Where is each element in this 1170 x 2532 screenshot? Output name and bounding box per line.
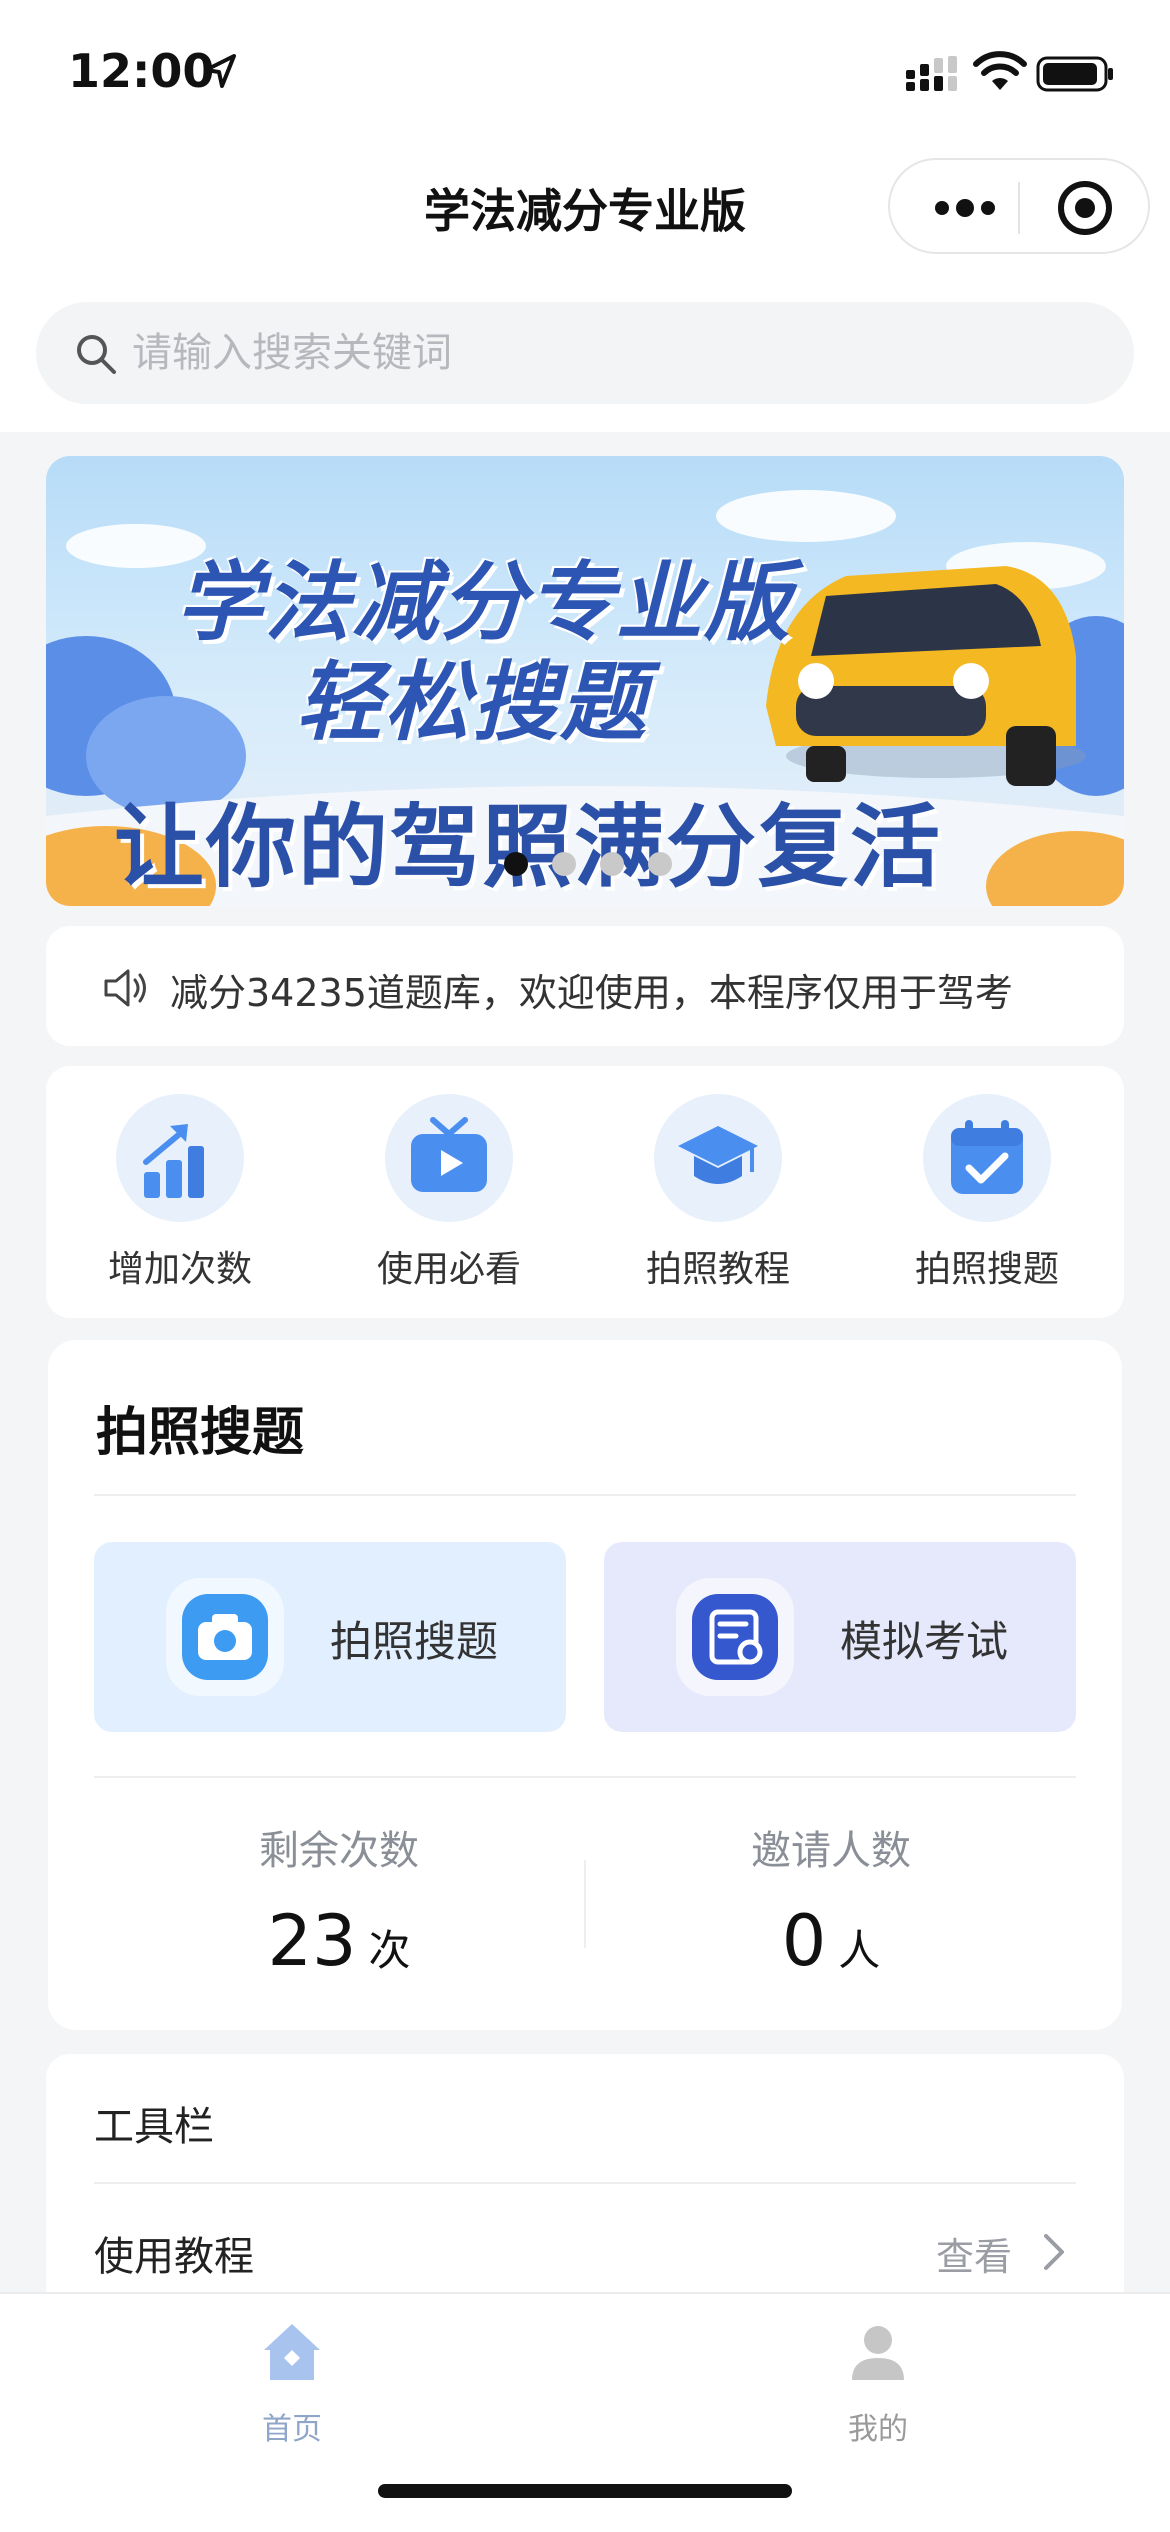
view-link[interactable]: 查看 — [936, 2226, 1012, 2281]
stat-unit: 次 — [368, 1926, 411, 1975]
banner-carousel[interactable]: 学法减分专业版 轻松搜题 让你的驾照满分复活 — [46, 456, 1124, 906]
mini-program-capsule — [888, 158, 1150, 254]
carousel-dot[interactable] — [552, 852, 576, 876]
wifi-icon — [973, 51, 1027, 90]
quick-item-tutorial[interactable]: 拍照教程 — [608, 1090, 828, 1290]
quick-item-label: 拍照搜题 — [914, 1249, 1059, 1290]
quick-item-label: 增加次数 — [107, 1249, 252, 1290]
quick-item-guide[interactable]: 使用必看 — [339, 1090, 559, 1290]
carousel-dot-active[interactable] — [504, 852, 528, 876]
top-header: 12:00 学法减分专业版 — [0, 0, 1170, 432]
banner-slogan: 让你的驾照满分复活 — [114, 795, 942, 900]
toolbar-title: 工具栏 — [94, 2104, 214, 2150]
home-indicator — [378, 2484, 792, 2498]
carousel-indicator — [46, 848, 1124, 878]
tab-home[interactable]: 首页 — [142, 2312, 442, 2452]
tab-mine[interactable]: 我的 — [728, 2312, 1028, 2452]
quick-item-label: 使用必看 — [376, 1249, 521, 1290]
exam-paper-icon — [692, 1594, 778, 1680]
capsule-divider — [1018, 182, 1020, 234]
battery-icon — [1036, 56, 1113, 92]
tab-label: 我的 — [848, 2412, 908, 2447]
user-icon — [852, 2326, 904, 2380]
quick-menu: 增加次数 使用必看 拍照教程 拍照搜题 — [46, 1066, 1124, 1318]
section-title: 拍照搜题 — [96, 1403, 305, 1463]
notice-text: 减分34235道题库，欢迎使用，本程序仅用于驾考 — [170, 971, 1013, 1015]
more-dots-icon[interactable] — [930, 188, 1000, 228]
search-input[interactable] — [132, 324, 1032, 382]
quick-item-add-count[interactable]: 增加次数 — [70, 1090, 290, 1290]
cellular-signal-icon — [906, 56, 957, 91]
close-target-icon[interactable] — [1055, 178, 1115, 238]
home-icon — [264, 2324, 320, 2380]
notice-bar[interactable]: 减分34235道题库，欢迎使用，本程序仅用于驾考 — [46, 926, 1124, 1046]
photo-search-card: 拍照搜题 拍照搜题 模拟考试 剩余次数 23 次 邀请人数 0 人 — [48, 1340, 1122, 2030]
speaker-icon — [104, 969, 146, 1007]
camera-icon — [182, 1594, 268, 1680]
status-bar: 12:00 — [0, 0, 1170, 150]
stat-value: 0 — [781, 1900, 827, 1982]
carousel-dot[interactable] — [648, 852, 672, 876]
action-label: 拍照搜题 — [330, 1617, 499, 1666]
remaining-count-stat: 剩余次数 23 次 — [94, 1818, 584, 1982]
tv-play-icon — [411, 1117, 487, 1192]
status-time: 12:00 — [68, 44, 215, 98]
carousel-dot[interactable] — [600, 852, 624, 876]
stat-unit: 人 — [838, 1926, 881, 1975]
search-bar[interactable] — [36, 302, 1134, 404]
growth-chart-icon — [143, 1124, 204, 1198]
calendar-check-icon — [951, 1120, 1023, 1194]
quick-item-label: 拍照教程 — [645, 1249, 790, 1290]
banner-subheadline: 轻松搜题 — [296, 653, 648, 753]
quick-item-photo-search[interactable]: 拍照搜题 — [877, 1090, 1097, 1290]
stat-label: 邀请人数 — [751, 1828, 911, 1874]
stat-value: 23 — [267, 1900, 357, 1982]
photo-search-button[interactable]: 拍照搜题 — [94, 1542, 566, 1732]
divider — [94, 1494, 1076, 1496]
action-label: 模拟考试 — [840, 1617, 1009, 1666]
location-arrow-icon — [204, 54, 236, 88]
row-label: 使用教程 — [94, 2234, 254, 2280]
divider — [94, 1776, 1076, 1778]
search-icon — [77, 335, 116, 374]
invited-count-stat: 邀请人数 0人 — [586, 1818, 1076, 1982]
stat-label: 剩余次数 — [259, 1828, 419, 1874]
graduation-cap-icon — [678, 1126, 758, 1184]
mock-exam-button[interactable]: 模拟考试 — [604, 1542, 1076, 1732]
chevron-right-icon — [1044, 2234, 1064, 2270]
tab-label: 首页 — [262, 2412, 322, 2447]
